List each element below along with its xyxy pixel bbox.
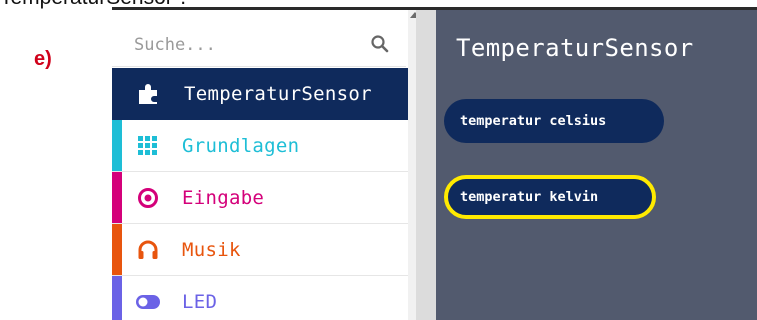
puzzle-icon	[136, 82, 160, 106]
radio-target-icon	[136, 186, 160, 210]
block-label: temperatur celsius	[460, 113, 607, 129]
search-icon[interactable]	[370, 34, 390, 54]
category-grundlagen[interactable]: Grundlagen	[112, 120, 408, 172]
flyout-title: TemperaturSensor	[456, 34, 694, 62]
category-musik[interactable]: Musik	[112, 224, 408, 276]
category-color-stripe	[112, 276, 122, 320]
flyout-divider	[416, 8, 436, 320]
category-label: Grundlagen	[182, 134, 300, 157]
category-label: Musik	[182, 238, 241, 261]
search-bar	[112, 22, 406, 67]
toolbox-scrollbar[interactable]	[408, 8, 416, 320]
block-temperatur-kelvin[interactable]: temperatur kelvin	[444, 175, 656, 219]
category-led[interactable]: LED	[112, 276, 408, 320]
category-temperatursensor[interactable]: TemperaturSensor	[112, 68, 408, 120]
block-temperatur-celsius[interactable]: temperatur celsius	[444, 99, 664, 143]
category-color-stripe	[112, 120, 122, 171]
category-label: Eingabe	[182, 186, 265, 209]
category-label: TemperaturSensor	[184, 83, 372, 105]
toolbox: TemperaturSensor Grundlagen Eingabe	[112, 8, 416, 320]
category-color-stripe	[112, 224, 122, 275]
toggle-icon	[136, 290, 160, 314]
top-border	[112, 7, 757, 10]
category-color-stripe	[112, 172, 122, 223]
block-label: temperatur kelvin	[460, 189, 599, 205]
step-label: e)	[34, 48, 52, 70]
block-flyout: TemperaturSensor temperatur celsius temp…	[436, 8, 757, 320]
search-input[interactable]	[132, 32, 356, 58]
headphones-icon	[136, 238, 160, 262]
category-eingabe[interactable]: Eingabe	[112, 172, 408, 224]
category-label: LED	[182, 291, 218, 313]
grid-icon	[136, 134, 160, 158]
